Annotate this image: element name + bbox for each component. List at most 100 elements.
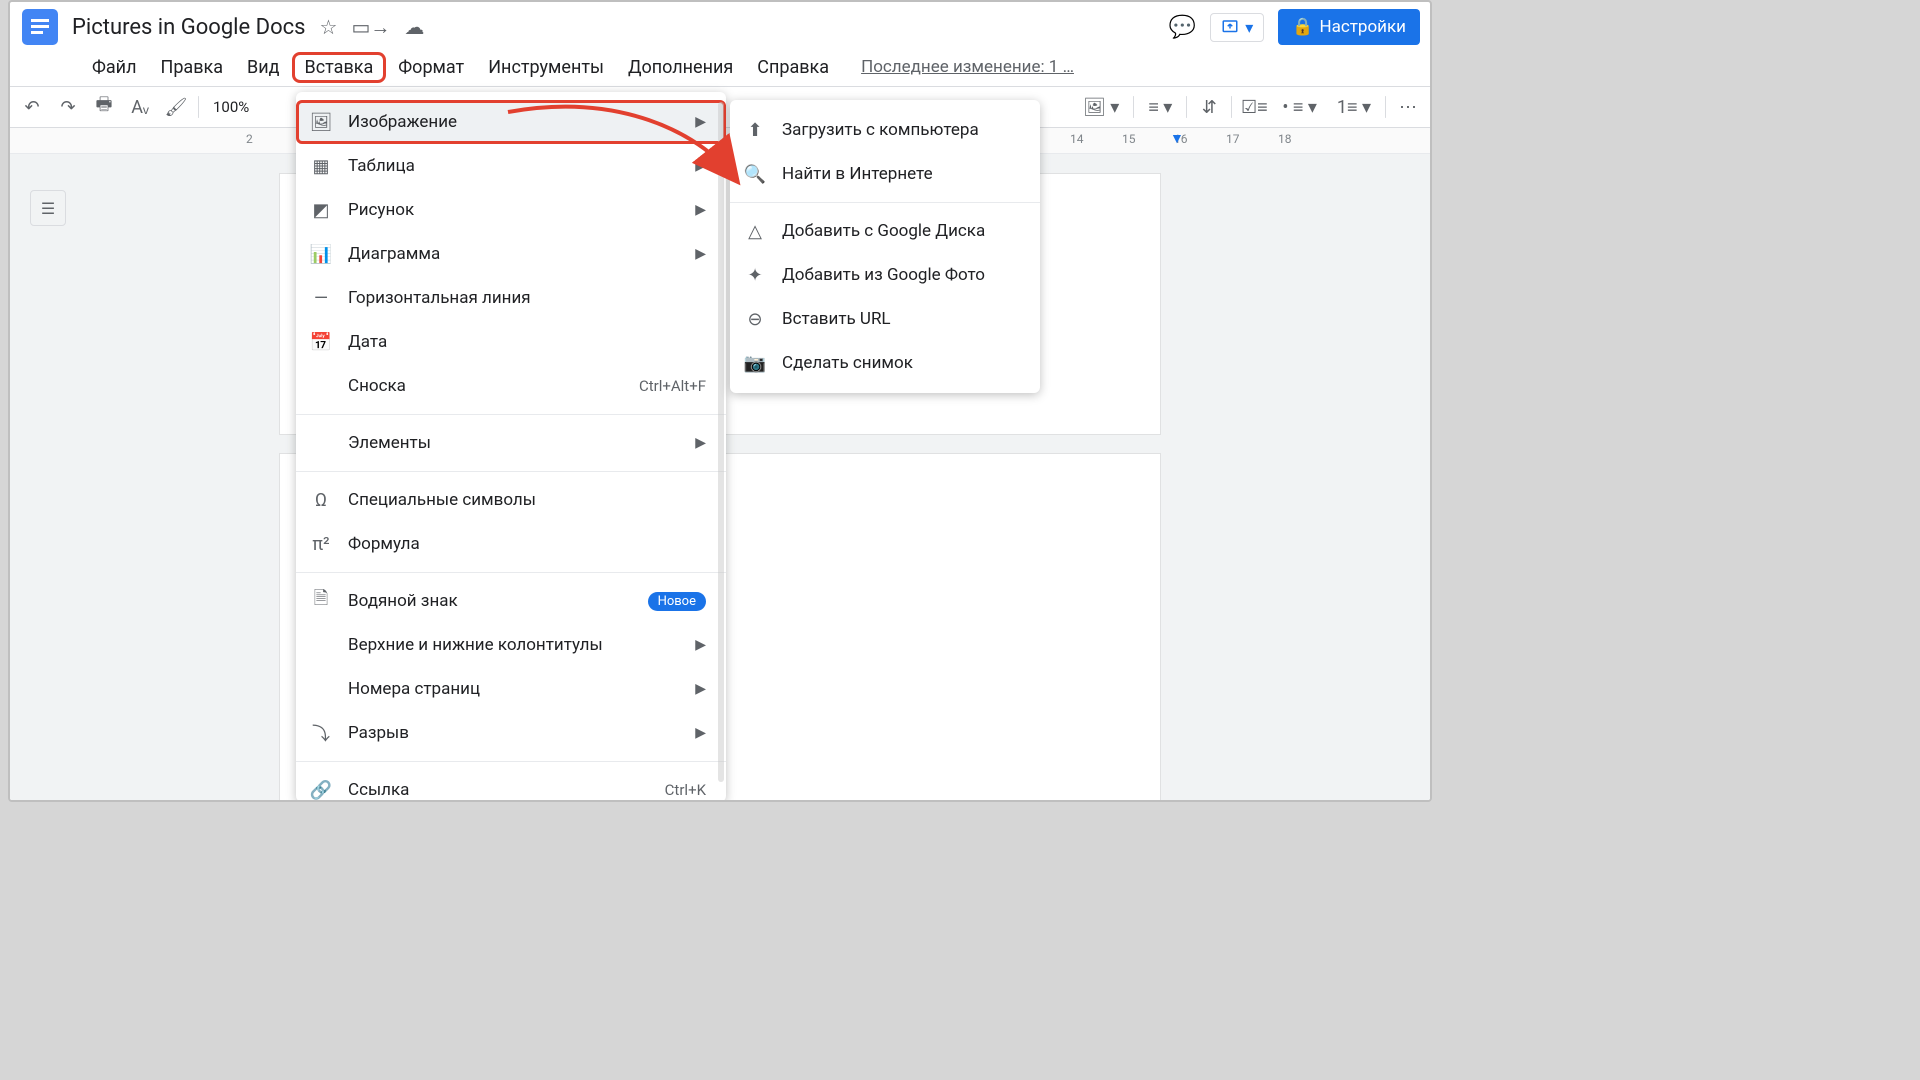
menuitem-label: Таблица: [348, 156, 679, 176]
menuitem-диаграмма[interactable]: 📊 Диаграмма ▶: [296, 232, 726, 276]
menuitem-label: Элементы: [348, 433, 679, 453]
photos-icon: ✦: [744, 265, 766, 286]
outline-toggle-button[interactable]: ☰: [30, 190, 66, 226]
menuitem-найти-в-интернете[interactable]: 🔍 Найти в Интернете: [730, 152, 1040, 196]
move-icon[interactable]: ▭→: [351, 15, 390, 40]
menuitem-верхние-и-нижние-колонтитулы[interactable]: Верхние и нижние колонтитулы ▶: [296, 623, 726, 667]
menu-формат[interactable]: Формат: [386, 53, 476, 82]
align-button[interactable]: ≡ ▾: [1142, 93, 1178, 121]
menuitem-водяной-знак[interactable]: 🗎 Водяной знак Новое: [296, 579, 726, 623]
new-badge: Новое: [648, 592, 706, 611]
ruler-tick: 2: [246, 132, 253, 146]
menuitem-формула[interactable]: π²Формула: [296, 522, 726, 566]
drive-icon: △: [744, 221, 766, 242]
link-icon: 🔗: [310, 780, 332, 801]
menuitem-label: Рисунок: [348, 200, 679, 220]
scrollbar[interactable]: [718, 102, 724, 782]
date-icon: 📅: [310, 332, 332, 353]
titlebar: Pictures in Google Docs ☆ ▭→ ☁ 💬 ▾ 🔒 Нас…: [10, 2, 1430, 48]
image-icon: 🖼: [310, 112, 332, 133]
share-button[interactable]: 🔒 Настройки: [1278, 9, 1420, 45]
menuitem-label: Водяной знак: [348, 591, 632, 611]
menuitem-номера-страниц[interactable]: Номера страниц▶: [296, 667, 726, 711]
redo-button[interactable]: ↷: [54, 93, 82, 121]
more-button[interactable]: ⋯: [1394, 93, 1422, 121]
menuitem-label: Сделать снимок: [782, 353, 1020, 373]
ruler-tick: 14: [1070, 132, 1084, 146]
menu-файл[interactable]: Файл: [80, 53, 148, 82]
menuitem-добавить-из-google-фото[interactable]: ✦Добавить из Google Фото: [730, 253, 1040, 297]
menuitem-сделать-снимок[interactable]: 📷 Сделать снимок: [730, 341, 1040, 385]
menuitem-label: Верхние и нижние колонтитулы: [348, 635, 679, 655]
menuitem-сноска[interactable]: Сноска Ctrl+Alt+F: [296, 364, 726, 408]
menu-правка[interactable]: Правка: [148, 53, 235, 82]
menu-вид[interactable]: Вид: [235, 53, 291, 82]
ruler-indent-marker[interactable]: ▼: [1170, 130, 1184, 147]
lock-icon: 🔒: [1292, 17, 1313, 37]
linkurl-icon: ⊖: [744, 309, 766, 330]
menu-инструменты[interactable]: Инструменты: [476, 53, 616, 82]
menuitem-разрыв[interactable]: ⤵ Разрыв ▶: [296, 711, 726, 755]
menuitem-изображение[interactable]: 🖼Изображение▶: [296, 100, 726, 144]
menuitem-label: Найти в Интернете: [782, 164, 1020, 184]
menuitem-дата[interactable]: 📅Дата: [296, 320, 726, 364]
menuitem-label: Разрыв: [348, 723, 679, 743]
docs-logo-icon[interactable]: [18, 5, 62, 49]
menuitem-рисунок[interactable]: ◩Рисунок▶: [296, 188, 726, 232]
submenu-arrow-icon: ▶: [695, 435, 706, 451]
document-title[interactable]: Pictures in Google Docs: [72, 15, 306, 40]
numbered-list-button[interactable]: 1≡ ▾: [1331, 93, 1377, 121]
submenu-arrow-icon: ▶: [695, 246, 706, 262]
menuitem-таблица[interactable]: ▦ Таблица ▶: [296, 144, 726, 188]
submenu-arrow-icon: ▶: [695, 725, 706, 741]
paint-format-button[interactable]: 🖌: [162, 93, 190, 121]
line-spacing-button[interactable]: ⇵: [1195, 93, 1223, 121]
menuitem-label: Изображение: [348, 112, 679, 132]
menuitem-вставить-url[interactable]: ⊖Вставить URL: [730, 297, 1040, 341]
comments-icon[interactable]: 💬: [1169, 15, 1196, 40]
checklist-button[interactable]: ☑≡: [1240, 93, 1268, 121]
table-icon: ▦: [310, 156, 332, 177]
search-icon: 🔍: [744, 164, 766, 185]
menuitem-загрузить-с-компьютера[interactable]: ⬆Загрузить с компьютера: [730, 108, 1040, 152]
cloud-status-icon[interactable]: ☁: [404, 15, 424, 39]
menuitem-специальные-символы[interactable]: ΩСпециальные символы: [296, 478, 726, 522]
watermark-icon: 🗎: [310, 586, 332, 616]
last-edit-link[interactable]: Последнее изменение: 1 …: [861, 57, 1074, 77]
submenu-arrow-icon: ▶: [695, 637, 706, 653]
menuitem-элементы[interactable]: Элементы ▶: [296, 421, 726, 465]
menuitem-label: Ссылка: [348, 780, 649, 800]
toolbar-separator: [1186, 96, 1187, 118]
spellcheck-button[interactable]: Aᵥ: [126, 93, 154, 121]
menuitem-горизонтальная-линия[interactable]: —Горизонтальная линия: [296, 276, 726, 320]
chart-icon: 📊: [310, 244, 332, 265]
toolbar-separator: [1231, 96, 1232, 118]
menu-справка[interactable]: Справка: [745, 53, 841, 82]
camera-icon: 📷: [744, 353, 766, 374]
drawing-icon: ◩: [310, 200, 332, 221]
shortcut-label: Ctrl+Alt+F: [639, 377, 706, 395]
present-button[interactable]: ▾: [1210, 13, 1264, 42]
print-button[interactable]: 🖶: [90, 93, 118, 121]
menu-дополнения[interactable]: Дополнения: [616, 53, 745, 82]
break-icon: ⤵: [310, 720, 332, 746]
bulleted-list-button[interactable]: • ≡ ▾: [1276, 93, 1323, 121]
toolbar-separator: [198, 96, 199, 118]
submenu-arrow-icon: ▶: [695, 158, 706, 174]
star-icon[interactable]: ☆: [320, 15, 338, 39]
menuitem-добавить-с-google-диска[interactable]: △Добавить с Google Диска: [730, 209, 1040, 253]
menuitem-ссылка[interactable]: 🔗 Ссылка Ctrl+K: [296, 768, 726, 802]
menu-вставка[interactable]: Вставка: [292, 52, 387, 83]
menuitem-label: Формула: [348, 534, 706, 554]
ruler-tick: 18: [1278, 132, 1292, 146]
zoom-select[interactable]: 100%: [207, 93, 255, 121]
menuitem-label: Загрузить с компьютера: [782, 120, 1020, 140]
shortcut-label: Ctrl+K: [665, 781, 706, 799]
menuitem-label: Сноска: [348, 376, 623, 396]
menuitem-label: Горизонтальная линия: [348, 288, 706, 308]
undo-button[interactable]: ↶: [18, 93, 46, 121]
insert-menu-dropdown: 🖼 Изображение ▶ ▦ Таблица ▶ ◩ Рисунок ▶ 📊 Диаграмм…: [296, 92, 726, 802]
insert-image-button[interactable]: 🖼 ▾: [1077, 93, 1125, 121]
menuitem-label: Диаграмма: [348, 244, 679, 264]
toolbar-separator: [1385, 96, 1386, 118]
